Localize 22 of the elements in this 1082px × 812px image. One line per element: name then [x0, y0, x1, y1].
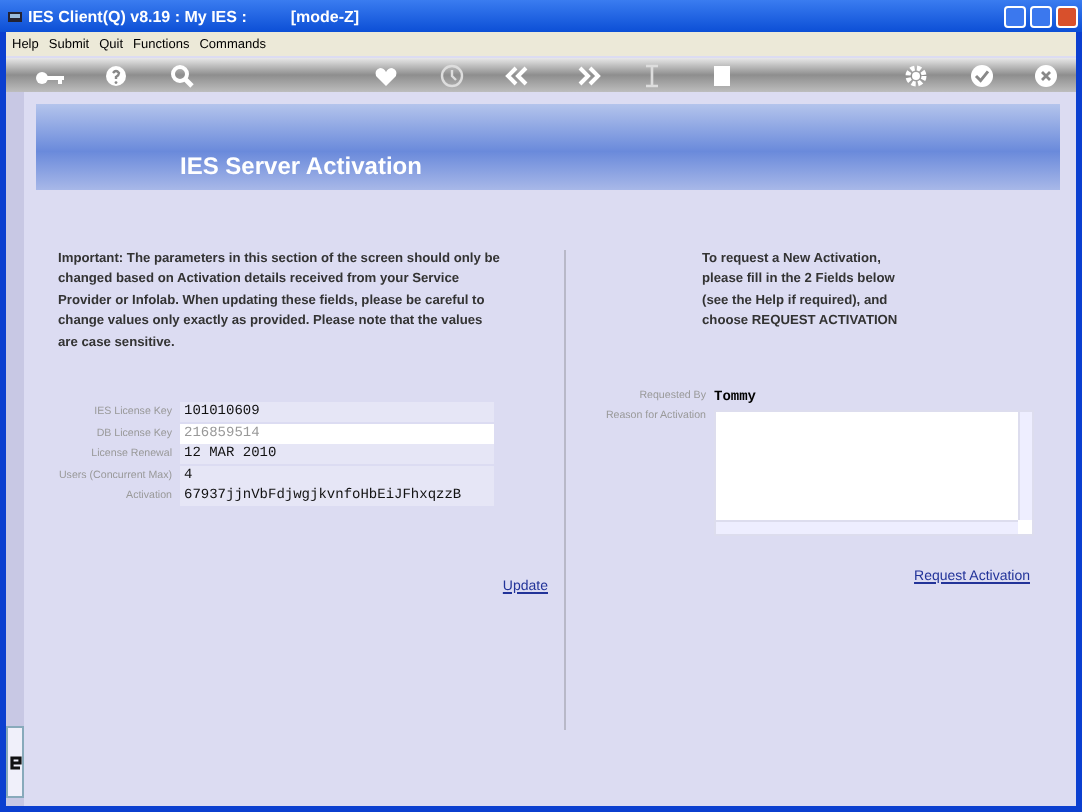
- mode-label: [mode-Z]: [290, 7, 360, 25]
- minimize-button[interactable]: [1004, 5, 1026, 27]
- horizontal-scrollbar[interactable]: [716, 519, 1018, 534]
- side-tab[interactable]: [6, 726, 24, 798]
- double-left-arrow-icon[interactable]: [504, 63, 528, 87]
- search-icon[interactable]: [170, 63, 194, 87]
- gear-icon[interactable]: [904, 63, 928, 87]
- text-cursor-icon[interactable]: [640, 63, 664, 87]
- window-title: IES Client(Q) v8.19 : My IES :: [28, 7, 247, 25]
- vertical-scrollbar[interactable]: [1018, 411, 1032, 520]
- heart-icon[interactable]: [374, 63, 398, 87]
- page-icon[interactable]: [710, 63, 734, 87]
- double-right-arrow-icon[interactable]: [578, 63, 602, 87]
- clock-icon[interactable]: [440, 63, 464, 87]
- close-icon[interactable]: [1034, 63, 1058, 87]
- close-button[interactable]: [1056, 5, 1078, 27]
- maximize-button[interactable]: [1030, 5, 1052, 27]
- help-icon[interactable]: [104, 63, 128, 87]
- e-icon: [9, 753, 21, 771]
- page-title: IES Server Activation: [180, 152, 422, 180]
- check-icon[interactable]: [970, 63, 994, 87]
- app-icon: [6, 7, 24, 25]
